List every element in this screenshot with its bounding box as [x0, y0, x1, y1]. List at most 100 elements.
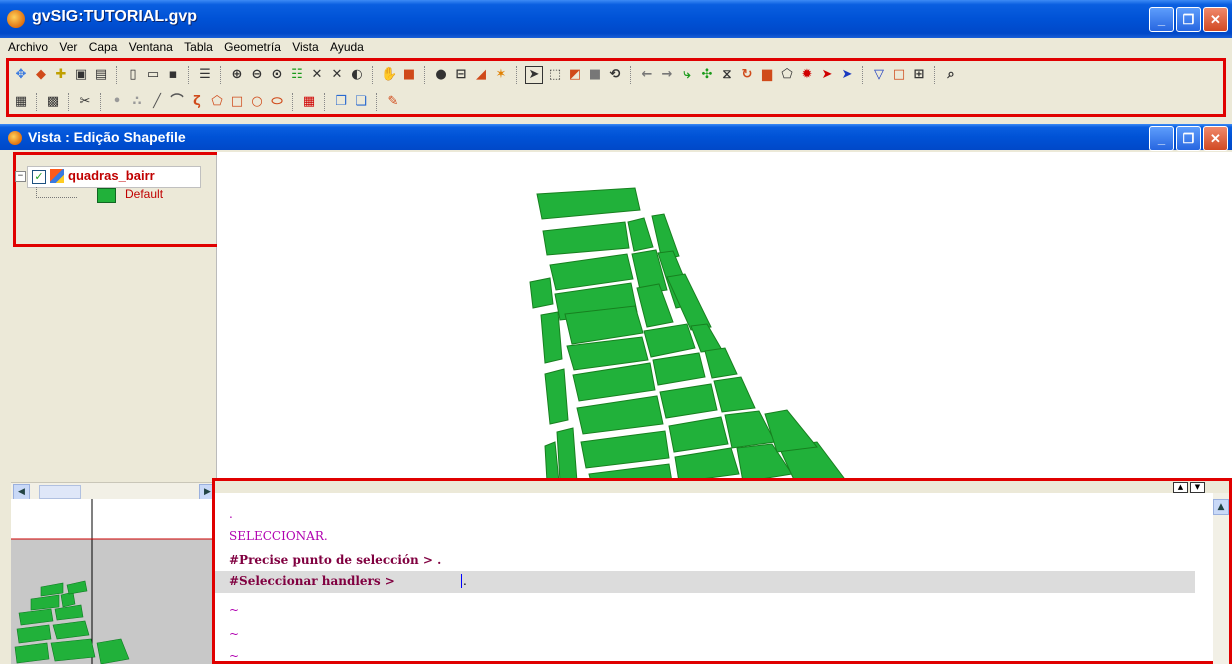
pointer-icon[interactable]: ➤	[819, 67, 835, 83]
zoom-previous-icon[interactable]: ⊙	[269, 67, 285, 83]
console-header: ▲ ▼	[215, 481, 1229, 493]
toolbar-separator	[68, 93, 70, 111]
measure-area-icon[interactable]: ◢	[473, 67, 489, 83]
filter-icon[interactable]: ▽	[871, 67, 887, 83]
restore-button[interactable]: ❐	[1176, 7, 1201, 32]
menu-capa[interactable]: Capa	[89, 38, 118, 54]
paste-icon[interactable]: ❏	[353, 94, 369, 110]
console-line: ~	[229, 603, 240, 617]
edit-vertex-icon[interactable]: ⤷	[679, 67, 695, 83]
legend-swatch	[97, 188, 116, 203]
measure-distance-icon[interactable]: ⊟	[453, 67, 469, 83]
save-image-icon[interactable]: ▣	[73, 67, 89, 83]
measure-icon[interactable]: ◐	[349, 67, 365, 83]
select-poly-icon[interactable]: ◩	[567, 67, 583, 83]
annotation-icon[interactable]: ✎	[385, 94, 401, 110]
menu-ventana[interactable]: Ventana	[129, 38, 173, 54]
view-icon	[8, 131, 22, 145]
zoom-out-icon[interactable]: ⊖	[249, 67, 265, 83]
new-icon[interactable]: ▯	[125, 67, 141, 83]
info-icon[interactable]: ●	[433, 67, 449, 83]
menu-ayuda[interactable]: Ayuda	[330, 38, 364, 54]
console-expand-button[interactable]: ▲	[1173, 482, 1188, 493]
mirror-icon[interactable]: ⧖	[719, 67, 735, 83]
menu-geometria[interactable]: Geometría	[224, 38, 281, 54]
line-icon[interactable]: ╱	[149, 94, 165, 110]
polygon-icon[interactable]: ⬠	[779, 67, 795, 83]
toolbar-separator	[36, 93, 38, 111]
grid-icon[interactable]: ▩	[45, 94, 61, 110]
zoom-layer-icon[interactable]: ✕	[329, 67, 345, 83]
menu-tabla[interactable]: Tabla	[184, 38, 213, 54]
pan-icon[interactable]: ✋	[381, 67, 397, 83]
tools-icon[interactable]: ✂	[77, 94, 93, 110]
minimize-button[interactable]: _	[1149, 7, 1174, 32]
undo-icon[interactable]: ←	[639, 67, 655, 83]
move-icon[interactable]: ✣	[699, 67, 715, 83]
menu-vista[interactable]: Vista	[292, 38, 318, 54]
full-extent-icon[interactable]: ☷	[289, 67, 305, 83]
circle-icon[interactable]: ○	[249, 94, 265, 110]
toolbar-row-2: ▦ ▩ ✂ • ∴ ╱ ⌒ ζ ⬠ □ ○ ⬭ ▦ ❐ ❏ ✎	[13, 90, 401, 114]
rectangle-icon[interactable]: □	[891, 67, 907, 83]
locator-icon[interactable]: ✚	[53, 67, 69, 83]
toolbar-separator	[116, 66, 118, 84]
polyline-icon[interactable]: ζ	[189, 94, 205, 110]
toolbar-separator	[220, 66, 222, 84]
add-event-layer-icon[interactable]: ◆	[33, 67, 49, 83]
collapse-icon[interactable]: −	[15, 171, 26, 182]
view-minimize-button[interactable]: _	[1149, 126, 1174, 151]
parcel-polygon	[643, 323, 696, 358]
locator-map[interactable]	[11, 499, 216, 664]
select-rect-icon[interactable]: ⬚	[547, 67, 563, 83]
zoom-in-icon[interactable]: ⊕	[229, 67, 245, 83]
scroll-thumb[interactable]	[39, 485, 81, 499]
gvsig-logo-icon	[7, 10, 25, 28]
multipoint-icon[interactable]: ∴	[129, 94, 145, 110]
add-layer-icon[interactable]: ✥	[13, 67, 29, 83]
layers-icon[interactable]: ☰	[197, 67, 213, 83]
pointer-alt-icon[interactable]: ➤	[839, 67, 855, 83]
invert-select-icon[interactable]: ⟲	[607, 67, 623, 83]
toc-horizontal-scrollbar[interactable]: ◀ ▶	[11, 482, 216, 501]
menu-archivo[interactable]: Archivo	[8, 38, 48, 54]
zoom-box-icon[interactable]: ⌕	[943, 67, 959, 83]
rectangle-draw-icon[interactable]: □	[229, 94, 245, 110]
toolbar-separator	[372, 66, 374, 84]
close-button[interactable]: ✕	[1203, 7, 1228, 32]
console-line: #Precise punto de selección > .	[229, 553, 442, 567]
text-caret	[461, 574, 462, 588]
console-vertical-scrollbar[interactable]: ▲	[1213, 493, 1229, 664]
layer-row[interactable]: − ✓ quadras_bairr	[15, 166, 201, 188]
parcel-polygon	[580, 430, 670, 469]
point-icon[interactable]: •	[109, 94, 125, 110]
hyperlink-icon[interactable]: ✶	[493, 67, 509, 83]
console-current-line[interactable]: #Seleccionar handlers > .	[215, 571, 1195, 593]
view-restore-button[interactable]: ❐	[1176, 126, 1201, 151]
rotate-icon[interactable]: ↻	[739, 67, 755, 83]
select-icon[interactable]: ➤	[525, 66, 543, 84]
map-svg	[529, 187, 848, 482]
console-collapse-button[interactable]: ▼	[1190, 482, 1205, 493]
explode-icon[interactable]: ✹	[799, 67, 815, 83]
save-icon[interactable]: ▪	[165, 67, 181, 83]
select-all-icon[interactable]: ■	[587, 67, 603, 83]
map-canvas[interactable]	[217, 152, 1232, 482]
arc-icon[interactable]: ⌒	[169, 94, 185, 110]
open-icon[interactable]: ▭	[145, 67, 161, 83]
scroll-up-button[interactable]: ▲	[1213, 499, 1229, 515]
menu-ver[interactable]: Ver	[59, 38, 77, 54]
redo-icon[interactable]: →	[659, 67, 675, 83]
polygon-draw-icon[interactable]: ⬠	[209, 94, 225, 110]
layer-visibility-checkbox[interactable]: ✓	[32, 170, 46, 184]
copy-icon[interactable]: ❐	[333, 94, 349, 110]
table-edit-icon[interactable]: ▦	[301, 94, 317, 110]
ellipse-icon[interactable]: ⬭	[269, 94, 285, 110]
overview-icon[interactable]: ▤	[93, 67, 109, 83]
label-icon[interactable]: ⊞	[911, 67, 927, 83]
view-close-button[interactable]: ✕	[1203, 126, 1228, 151]
stretch-icon[interactable]: ▆	[759, 67, 775, 83]
table-icon[interactable]: ▦	[13, 94, 29, 110]
zoom-select-icon[interactable]: ✕	[309, 67, 325, 83]
frame-icon[interactable]: ■	[401, 67, 417, 83]
